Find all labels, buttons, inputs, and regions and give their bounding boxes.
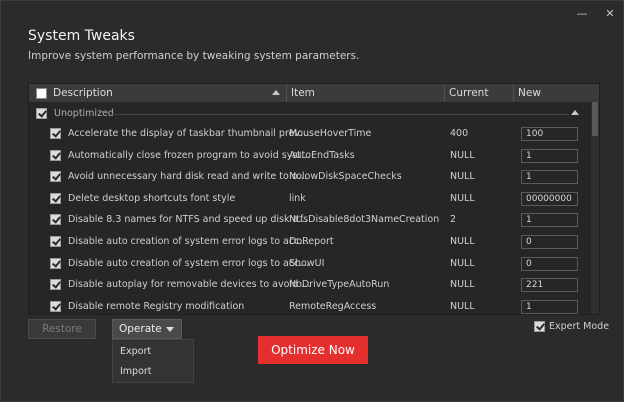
row-description: Accelerate the display of taskbar thumbn… <box>68 128 312 139</box>
column-label: Item <box>291 87 315 99</box>
new-value-field[interactable]: 1 <box>521 299 578 314</box>
group-header-unoptimized[interactable]: Unoptimized <box>29 105 591 123</box>
menu-item-import[interactable]: Import <box>113 362 193 382</box>
row-item: link <box>289 192 306 204</box>
row-current-value: NULL <box>450 279 475 291</box>
group-divider <box>111 114 569 115</box>
table-row[interactable]: Disable remote Registry modification Rem… <box>29 296 591 314</box>
row-current-value: NULL <box>450 149 475 161</box>
row-description: Disable 8.3 names for NTFS and speed up … <box>68 214 312 226</box>
row-checkbox[interactable] <box>50 128 61 139</box>
row-item: NtfsDisable8dot3NameCreation <box>289 214 440 226</box>
row-description: Avoid unnecessary hard disk read and wri… <box>68 171 312 183</box>
new-value-field[interactable]: 1 <box>521 213 578 228</box>
column-label: New <box>518 87 541 99</box>
row-description: Disable auto creation of system error lo… <box>68 257 312 269</box>
row-checkbox[interactable] <box>50 235 61 247</box>
new-value-field[interactable]: 0 <box>521 234 578 249</box>
new-value-field[interactable]: 0 <box>521 256 578 271</box>
row-current-value: NULL <box>450 192 475 204</box>
row-item: MouseHoverTime <box>289 128 372 139</box>
sort-ascending-icon <box>272 90 280 95</box>
table-row[interactable]: Disable 8.3 names for NTFS and speed up … <box>29 209 591 231</box>
new-value-field[interactable]: 100 <box>521 127 578 141</box>
row-current-value: NULL <box>450 300 475 312</box>
row-item: AutoEndTasks <box>289 149 355 161</box>
group-label: Unoptimized <box>54 108 114 119</box>
optimize-now-button[interactable]: Optimize Now <box>258 336 368 364</box>
table-row[interactable]: Accelerate the display of taskbar thumbn… <box>29 123 591 145</box>
new-value-field[interactable]: 221 <box>521 278 578 293</box>
row-checkbox[interactable] <box>50 149 61 161</box>
table-row[interactable]: Disable auto creation of system error lo… <box>29 253 591 275</box>
row-item: DoReport <box>289 235 334 247</box>
row-description: Disable autoplay for removable devices t… <box>68 279 312 291</box>
operate-menu: Export Import <box>112 339 194 383</box>
row-checkbox[interactable] <box>50 257 61 269</box>
row-checkbox[interactable] <box>50 279 61 291</box>
table-row[interactable]: Disable autoplay for removable devices t… <box>29 274 591 296</box>
row-checkbox[interactable] <box>50 192 61 204</box>
table-row[interactable]: Disable auto creation of system error lo… <box>29 231 591 253</box>
tweaks-table: Description Item Current New Unoptimized… <box>28 83 600 315</box>
row-item: NoDriveTypeAutoRun <box>289 279 390 291</box>
row-checkbox[interactable] <box>50 214 61 226</box>
operate-dropdown-button[interactable]: Operate <box>112 319 182 339</box>
table-row[interactable]: Avoid unnecessary hard disk read and wri… <box>29 166 591 188</box>
table-row[interactable]: Automatically close frozen program to av… <box>29 145 591 167</box>
row-description: Disable remote Registry modification <box>68 300 245 312</box>
row-item: ShowUI <box>289 257 325 269</box>
row-description: Delete desktop shortcuts font style <box>68 192 236 204</box>
row-item: NolowDiskSpaceChecks <box>289 171 402 183</box>
restore-button[interactable]: Restore <box>28 319 96 339</box>
tweak-rows: Accelerate the display of taskbar thumbn… <box>29 123 591 314</box>
column-label: Description <box>53 87 113 99</box>
page-subtitle: Improve system performance by tweaking s… <box>28 50 360 62</box>
new-value-field[interactable]: 1 <box>521 170 578 185</box>
page-title: System Tweaks <box>28 28 135 44</box>
collapse-icon[interactable] <box>571 110 579 115</box>
operate-label: Operate <box>119 323 162 335</box>
new-value-field[interactable]: 00000000 <box>521 191 578 206</box>
row-current-value: NULL <box>450 257 475 269</box>
column-header-current[interactable]: Current <box>445 84 514 102</box>
row-current-value: NULL <box>450 235 475 247</box>
row-description: Automatically close frozen program to av… <box>68 149 312 161</box>
scrollbar-thumb[interactable] <box>592 102 598 136</box>
table-header: Description Item Current New <box>29 84 599 102</box>
row-current-value: 400 <box>450 128 469 139</box>
column-header-item[interactable]: Item <box>287 84 445 102</box>
close-icon[interactable]: ✕ <box>603 7 617 21</box>
column-header-new[interactable]: New <box>514 84 599 102</box>
row-item: RemoteRegAccess <box>289 300 377 312</box>
new-value-field[interactable]: 1 <box>521 148 578 163</box>
row-current-value: 2 <box>450 214 457 226</box>
row-checkbox[interactable] <box>50 171 61 183</box>
table-row[interactable]: Delete desktop shortcuts font style link… <box>29 188 591 210</box>
table-scrollbar[interactable] <box>591 102 599 314</box>
chevron-down-icon <box>166 327 174 332</box>
system-tweaks-window: — ✕ System Tweaks Improve system perform… <box>0 0 624 402</box>
column-header-description[interactable]: Description <box>29 84 287 102</box>
row-checkbox[interactable] <box>50 300 61 312</box>
expert-mode-checkbox[interactable] <box>534 321 545 332</box>
expert-mode-label: Expert Mode <box>549 321 610 332</box>
row-current-value: NULL <box>450 171 475 183</box>
minimize-icon[interactable]: — <box>575 7 589 21</box>
row-description: Disable auto creation of system error lo… <box>68 235 312 247</box>
menu-item-export[interactable]: Export <box>113 342 193 362</box>
column-label: Current <box>449 87 489 99</box>
group-checkbox[interactable] <box>36 108 47 119</box>
